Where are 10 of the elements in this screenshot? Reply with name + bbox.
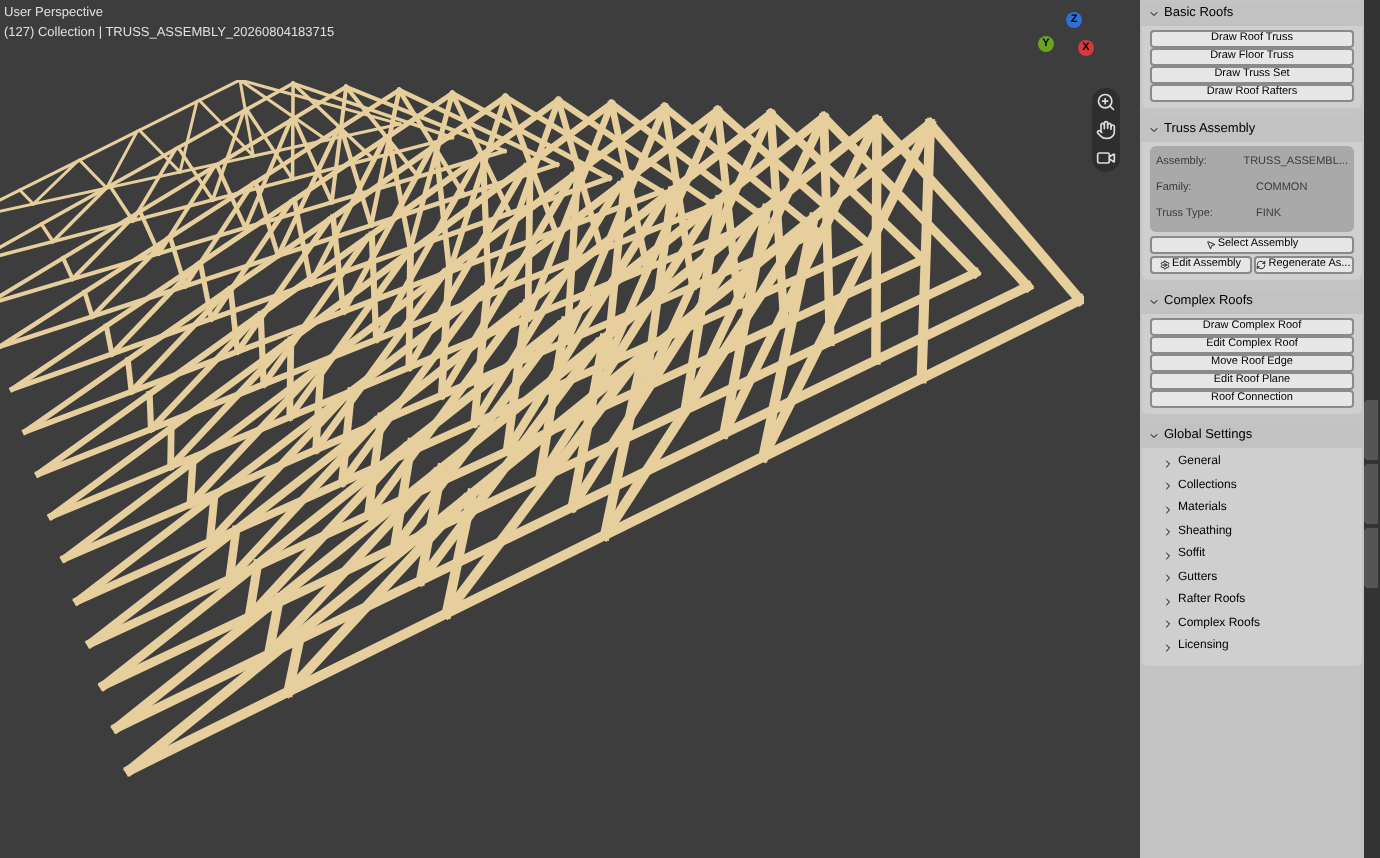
zoom-icon[interactable]: [1096, 92, 1116, 112]
cursor-icon: [1205, 240, 1216, 250]
chevron-icon: [1148, 430, 1160, 442]
camera-icon[interactable]: [1096, 148, 1116, 168]
refresh-icon: [1256, 260, 1267, 270]
gear-icon: [1159, 260, 1170, 270]
chevron-icon: [1148, 8, 1160, 20]
chevron-icon: [1148, 124, 1160, 136]
hand-icon[interactable]: [1096, 120, 1116, 140]
chevron-icon: [1148, 296, 1160, 308]
